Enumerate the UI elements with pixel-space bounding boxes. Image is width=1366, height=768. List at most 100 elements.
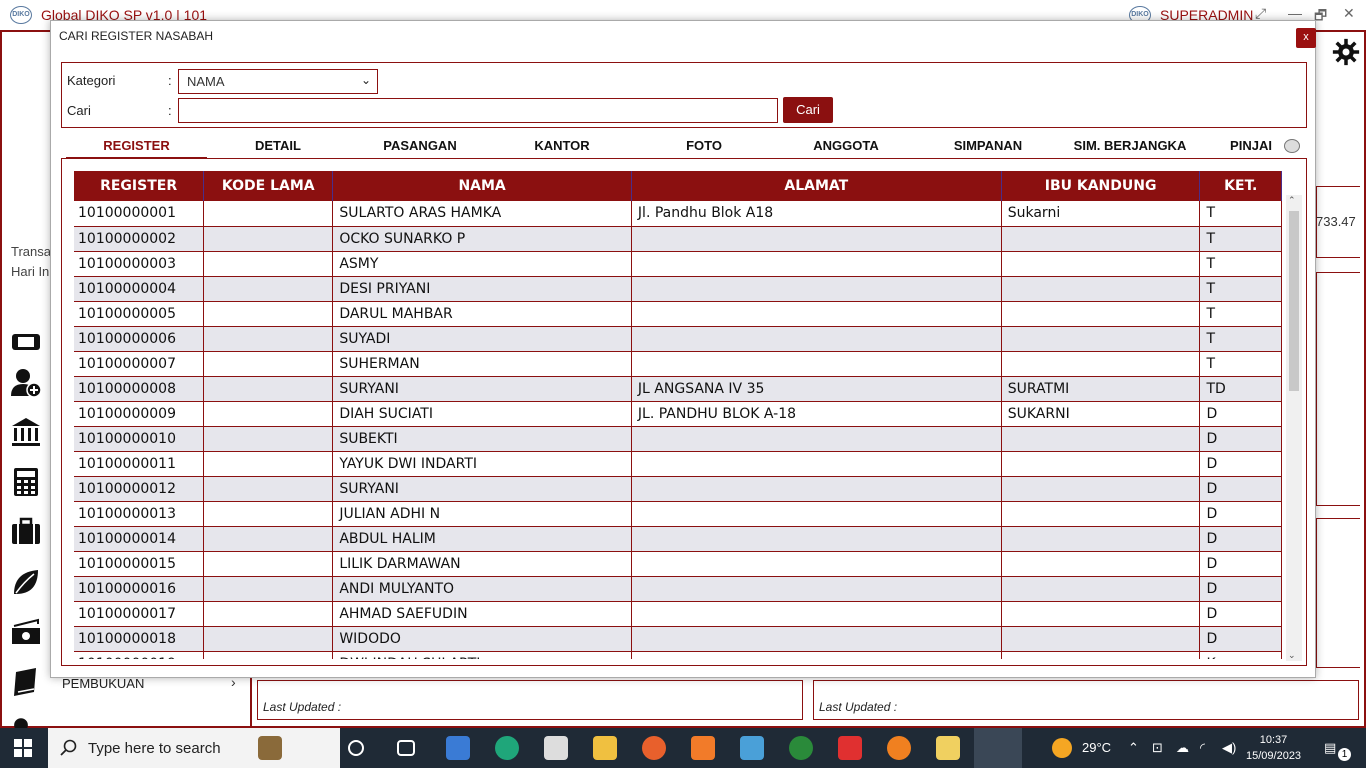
table-row[interactable]: 10100000012 SURYANI D — [74, 476, 1282, 502]
cell-ket: D — [1199, 601, 1282, 627]
close-dialog-button[interactable]: x — [1296, 28, 1316, 48]
table-row[interactable]: 10100000004 DESI PRIYANI T — [74, 276, 1282, 302]
firefox-icon[interactable] — [642, 736, 666, 760]
leaf-icon[interactable] — [10, 566, 42, 598]
table-row[interactable]: 10100000001 SULARTO ARAS HAMKA Jl. Pandhu … — [74, 201, 1282, 227]
cell-ibu-kandung — [1001, 501, 1201, 527]
vertical-scrollbar[interactable]: ⌃ ⌄ — [1286, 195, 1302, 661]
xampp-icon[interactable] — [691, 736, 715, 760]
book-icon[interactable] — [10, 666, 42, 698]
right-value: 733.47 — [1316, 214, 1356, 229]
tab-scroll-button[interactable] — [1284, 139, 1300, 153]
mail-icon[interactable] — [544, 736, 568, 760]
tab-pinjaman[interactable]: PINJAI — [1216, 137, 1286, 159]
column-header[interactable]: ALAMAT — [631, 171, 1002, 201]
clock[interactable]: 10:37 15/09/2023 — [1246, 732, 1301, 764]
task-view-icon[interactable] — [397, 740, 415, 756]
gear-icon[interactable] — [1332, 38, 1360, 66]
tab-simpanan[interactable]: SIMPANAN — [917, 137, 1059, 159]
sublime-icon[interactable] — [887, 736, 911, 760]
cell-ket: D — [1199, 401, 1282, 427]
cell-alamat — [631, 226, 1002, 252]
temperature[interactable]: 29°C — [1082, 740, 1111, 755]
table-row[interactable]: 10100000018 WIDODO D — [74, 626, 1282, 652]
table-row[interactable]: 10100000008 SURYANI JL ANGSANA IV 35 SURATM… — [74, 376, 1282, 402]
table-row[interactable]: 10100000019 DWI INDAH SULARTI K — [74, 651, 1282, 659]
add-user-icon[interactable] — [10, 366, 42, 398]
table-row[interactable]: 10100000015 LILIK DARMAWAN D — [74, 551, 1282, 577]
table-row[interactable]: 10100000016 ANDI MULYANTO D — [74, 576, 1282, 602]
tab-pasangan[interactable]: PASANGAN — [349, 137, 491, 159]
kategori-select[interactable]: NAMA ⌄ — [178, 69, 378, 94]
cell-alamat — [631, 551, 1002, 577]
file-explorer-icon[interactable] — [593, 736, 617, 760]
cell-ket: D — [1199, 501, 1282, 527]
sidebar-item-pembukuan[interactable]: PEMBUKUAN — [62, 676, 144, 691]
cortana-icon[interactable] — [348, 740, 364, 756]
bank-icon[interactable] — [10, 416, 42, 448]
cell-kode-lama — [203, 501, 334, 527]
scroll-up-icon[interactable]: ⌃ — [1288, 195, 1296, 206]
virtualbox-icon[interactable] — [740, 736, 764, 760]
ticket-icon[interactable] — [10, 326, 42, 358]
heidisql-icon[interactable] — [789, 736, 813, 760]
edge-icon[interactable] — [495, 736, 519, 760]
table-row[interactable]: 10100000003 ASMY T — [74, 251, 1282, 277]
tab-register[interactable]: REGISTER — [66, 137, 207, 159]
table-row[interactable]: 10100000006 SUYADI T — [74, 326, 1282, 352]
cell-ket: T — [1199, 351, 1282, 377]
table-row[interactable]: 10100000013 JULIAN ADHI N D — [74, 501, 1282, 527]
search-input[interactable] — [178, 98, 778, 123]
table-row[interactable]: 10100000002 OCKO SUNARKO P T — [74, 226, 1282, 252]
search-button[interactable]: Cari — [783, 97, 833, 123]
cell-ibu-kandung: Sukarni — [1001, 201, 1201, 227]
tab-foto[interactable]: FOTO — [633, 137, 775, 159]
volume-icon[interactable]: ◀) — [1222, 740, 1236, 756]
taskbar-search[interactable]: Type here to search — [48, 728, 340, 768]
weather-icon[interactable] — [1052, 738, 1072, 758]
meet-now-icon[interactable]: ⊡ — [1152, 740, 1163, 756]
money-icon[interactable] — [10, 616, 42, 648]
table-row[interactable]: 10100000017 AHMAD SAEFUDIN D — [74, 601, 1282, 627]
column-header[interactable]: NAMA — [332, 171, 632, 201]
notification-icon[interactable]: ▤ — [1324, 740, 1336, 756]
table-viewport: REGISTER KODE LAMA NAMA ALAMAT IBU KANDU… — [68, 165, 1282, 659]
search-highlight-icon[interactable] — [258, 736, 282, 760]
cell-kode-lama — [203, 476, 334, 502]
table-row[interactable]: 10100000014 ABDUL HALIM D — [74, 526, 1282, 552]
minimize-button[interactable]: — — [1288, 5, 1302, 21]
table-row[interactable]: 10100000011 YAYUK DWI INDARTI D — [74, 451, 1282, 477]
cell-register: 10100000010 — [74, 426, 205, 452]
calculator-icon[interactable] — [10, 466, 42, 498]
anydesk-icon[interactable] — [838, 736, 862, 760]
cell-register: 10100000008 — [74, 376, 205, 402]
column-header[interactable]: IBU KANDUNG — [1001, 171, 1201, 201]
table-row[interactable]: 10100000009 DIAH SUCIATI JL. PANDHU BLOK A… — [74, 401, 1282, 427]
diko-active-app[interactable] — [974, 728, 1022, 768]
store-icon[interactable] — [446, 736, 470, 760]
windows-start-icon[interactable] — [14, 739, 32, 757]
table-row[interactable]: 10100000010 SUBEKTI D — [74, 426, 1282, 452]
wifi-icon[interactable]: ◜ — [1200, 740, 1205, 756]
scroll-thumb[interactable] — [1289, 211, 1299, 391]
close-window-button[interactable]: ✕ — [1343, 5, 1355, 22]
column-header[interactable]: KODE LAMA — [203, 171, 334, 201]
cell-nama: ASMY — [332, 251, 632, 277]
briefcase-icon[interactable] — [10, 516, 42, 548]
column-header[interactable]: KET. — [1199, 171, 1282, 201]
column-header[interactable]: REGISTER — [74, 171, 205, 201]
app-icon[interactable] — [936, 736, 960, 760]
cell-ket: T — [1199, 226, 1282, 252]
scroll-down-icon[interactable]: ⌄ — [1288, 650, 1296, 661]
tab-sim-berjangka[interactable]: SIM. BERJANGKA — [1059, 137, 1201, 159]
table-row[interactable]: 10100000005 DARUL MAHBAR T — [74, 301, 1282, 327]
cloud-icon[interactable]: ☁ — [1176, 740, 1189, 756]
table-row[interactable]: 10100000007 SUHERMAN T — [74, 351, 1282, 377]
tab-kantor[interactable]: KANTOR — [491, 137, 633, 159]
gear-small-icon[interactable] — [10, 714, 32, 728]
tab-anggota[interactable]: ANGGOTA — [775, 137, 917, 159]
tab-detail[interactable]: DETAIL — [207, 137, 349, 159]
cell-kode-lama — [203, 526, 334, 552]
chevron-up-icon[interactable]: ⌃ — [1128, 740, 1139, 756]
cell-ibu-kandung: SURATMI — [1001, 376, 1201, 402]
